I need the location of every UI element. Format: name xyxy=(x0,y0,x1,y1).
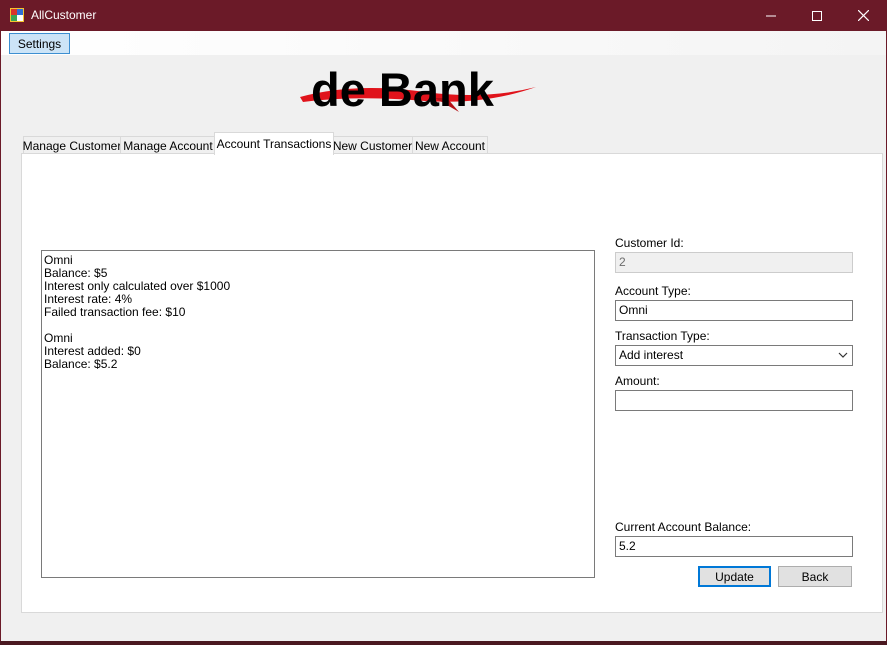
customer-id-label: Customer Id: xyxy=(615,236,684,250)
back-button[interactable]: Back xyxy=(778,566,852,587)
log-line: Omni xyxy=(44,253,73,267)
maximize-button[interactable] xyxy=(794,0,840,31)
log-line: Interest added: $0 xyxy=(44,344,141,358)
app-icon xyxy=(10,8,24,22)
amount-label: Amount: xyxy=(615,374,660,388)
minimize-icon xyxy=(766,15,776,16)
maximize-icon xyxy=(812,10,822,21)
logo-text: de Bank xyxy=(311,63,495,116)
debank-logo: de Bank xyxy=(300,63,536,116)
close-button[interactable] xyxy=(840,0,886,31)
transaction-type-label: Transaction Type: xyxy=(615,329,710,343)
account-type-field[interactable]: Omni xyxy=(615,300,853,321)
customer-id-field: 2 xyxy=(615,252,853,273)
window-border-bottom xyxy=(0,641,887,645)
chevron-down-icon xyxy=(838,352,848,358)
menu-bar: Settings xyxy=(1,31,886,55)
transaction-type-value: Add interest xyxy=(619,348,684,362)
window-title: AllCustomer xyxy=(31,8,97,22)
balance-field[interactable]: 5.2 xyxy=(615,536,853,557)
update-button[interactable]: Update xyxy=(698,566,771,587)
log-line: Balance: $5.2 xyxy=(44,357,118,371)
tab-account-transactions[interactable]: Account Transactions xyxy=(214,132,334,155)
amount-field[interactable] xyxy=(615,390,853,411)
account-type-label: Account Type: xyxy=(615,284,691,298)
close-icon xyxy=(857,10,869,21)
balance-label: Current Account Balance: xyxy=(615,520,752,534)
window-border-left xyxy=(0,31,1,645)
title-bar: AllCustomer xyxy=(0,0,887,31)
log-line: Failed transaction fee: $10 xyxy=(44,305,186,319)
transaction-type-select[interactable]: Add interest xyxy=(615,345,853,366)
settings-menu[interactable]: Settings xyxy=(9,33,70,54)
transaction-log[interactable]: Omni Balance: $5 Interest only calculated … xyxy=(41,250,595,578)
minimize-button[interactable] xyxy=(748,0,794,31)
